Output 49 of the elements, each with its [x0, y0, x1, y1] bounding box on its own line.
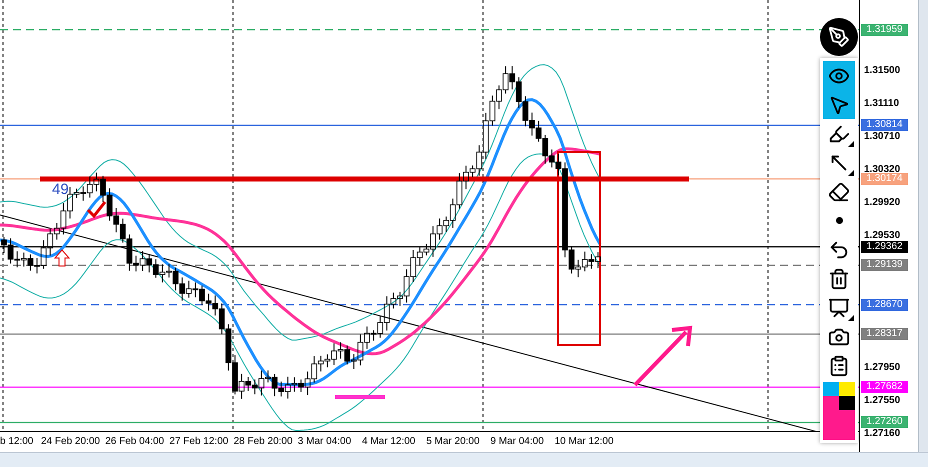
price-tag: 1.28670: [861, 298, 908, 311]
price-tick-label: 1.27950: [864, 362, 900, 373]
pen-nib-icon: [828, 26, 850, 48]
color-swatch[interactable]: [839, 396, 855, 410]
time-label: b 12:00: [0, 437, 34, 447]
price-tick-label: 1.29920: [864, 198, 900, 208]
trash-icon: [828, 268, 850, 290]
time-label: 26 Feb 04:00: [105, 437, 164, 447]
price-tick-label: 1.27550: [864, 396, 900, 406]
color-swatch[interactable]: [839, 382, 855, 396]
price-tag: 1.28317: [861, 328, 908, 340]
price-tag: 1.30174: [861, 172, 908, 185]
time-label: 28 Feb 20:00: [234, 437, 293, 447]
time-label: 9 Mar 04:00: [490, 437, 544, 447]
eraser-icon: [828, 180, 850, 202]
cursor-icon: [828, 94, 850, 116]
price-tick-label: 1.31500: [864, 66, 900, 76]
price-tick-label: 1.30320: [864, 164, 900, 175]
price-tag: 1.31959: [861, 24, 908, 36]
price-tick-label: 1.31110: [864, 98, 900, 109]
up-arrow-icon: [54, 249, 70, 266]
price-tag: 1.29139: [861, 259, 908, 272]
time-label: 3 Mar 04:00: [298, 437, 352, 447]
annotation-label: 49: [52, 181, 69, 198]
tool-button[interactable]: [823, 90, 855, 119]
time-label: 27 Feb 12:00: [169, 437, 228, 447]
price-tick-label: 1.30710: [864, 132, 900, 142]
color-swatch[interactable]: [823, 382, 839, 396]
clipboard-icon: [828, 354, 850, 376]
tool-button[interactable]: [823, 61, 855, 90]
price-tag: 1.27260: [861, 416, 908, 428]
time-label: 5 Mar 20:00: [426, 437, 480, 447]
price-tick-label: 1.29530: [864, 230, 900, 241]
easel-icon: [828, 296, 850, 318]
marker-line: [335, 395, 385, 399]
highlighter-icon: [828, 122, 850, 144]
color-swatch[interactable]: [823, 396, 855, 440]
price-tick-label: 1.27160: [864, 428, 900, 439]
undo-icon: [828, 238, 850, 260]
time-label: 10 Mar 12:00: [554, 437, 614, 447]
price-tag: 1.30814: [861, 119, 908, 132]
price-tag: 1.29362: [861, 240, 908, 253]
time-label: 4 Mar 12:00: [362, 437, 416, 447]
price-tag: 1.27682: [861, 381, 908, 394]
scrollbar[interactable]: [918, 0, 928, 452]
arrow-drawing: [634, 326, 692, 386]
check-icon: [86, 201, 106, 218]
pen-logo-button[interactable]: [820, 18, 858, 56]
time-label: 24 Feb 20:00: [41, 437, 100, 447]
